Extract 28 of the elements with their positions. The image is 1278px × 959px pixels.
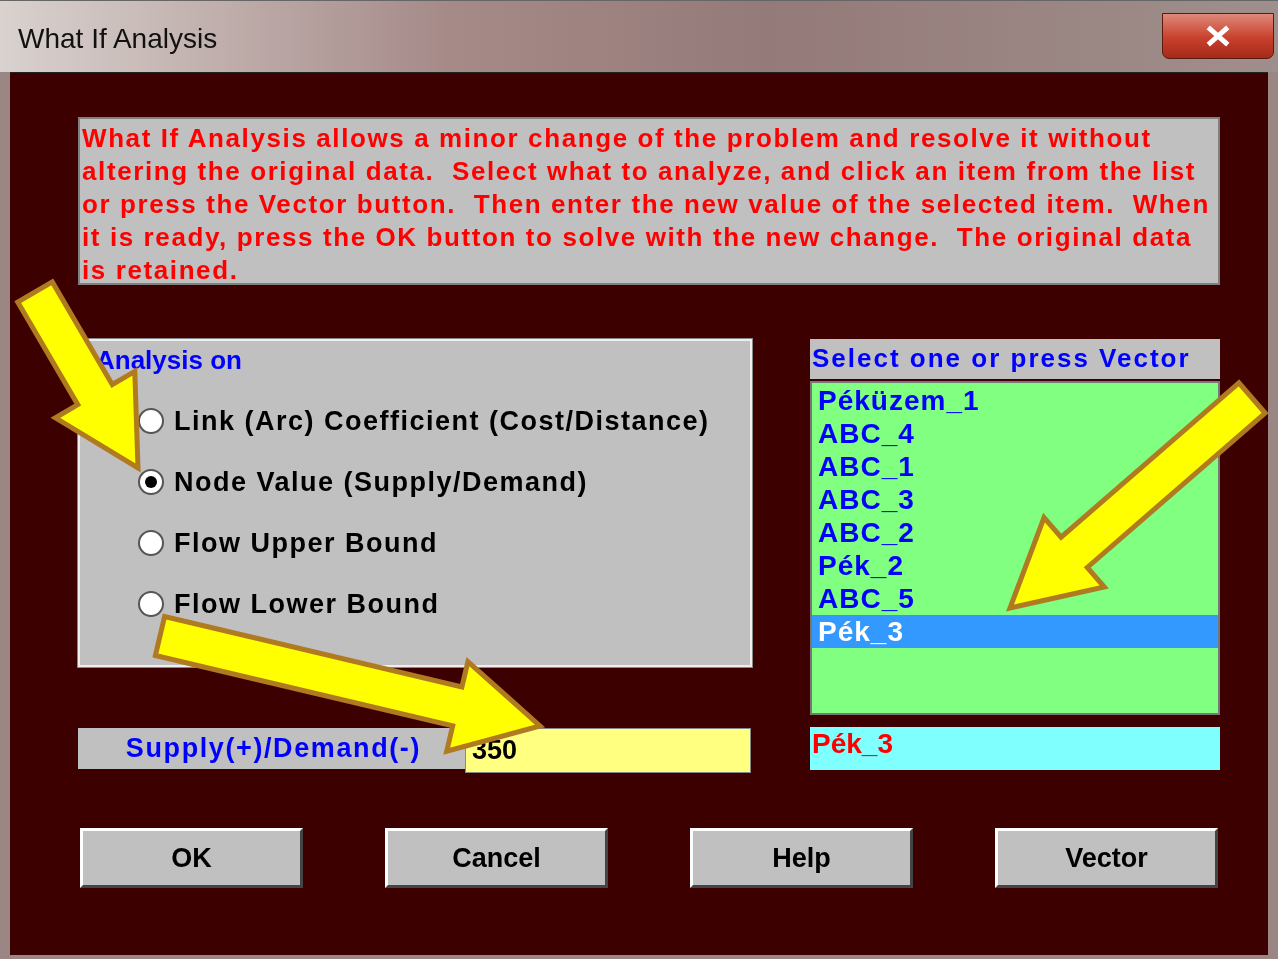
list-item[interactable]: Péküzem_1	[812, 384, 980, 417]
close-button[interactable]	[1162, 13, 1274, 59]
list-item[interactable]: ABC_3	[812, 483, 915, 516]
field-label: Supply(+)/Demand(-)	[78, 728, 465, 769]
arrow-icon	[1006, 379, 1269, 612]
radio-label[interactable]: Node Value (Supply/Demand)	[174, 466, 589, 498]
radio-label[interactable]: Flow Lower Bound	[174, 588, 440, 620]
item-list[interactable]: Péküzem_1 ABC_4 ABC_1 ABC_3 ABC_2 Pék_2 ABC_5 Pék_3	[810, 381, 1220, 715]
radio-label[interactable]: Link (Arc) Coefficient (Cost/Distance)	[174, 405, 710, 437]
radio-button[interactable]	[138, 591, 164, 617]
list-item[interactable]: ABC_2	[812, 516, 915, 549]
list-header: Select one or press Vector	[810, 339, 1220, 379]
list-item[interactable]: ABC_1	[812, 450, 915, 483]
radio-button[interactable]	[138, 530, 164, 556]
dialog-button[interactable]: OK	[80, 828, 303, 888]
selected-item-text: Pék_3	[810, 727, 1220, 770]
list-item[interactable]: Pék_2	[812, 549, 904, 582]
dialog-button[interactable]: Cancel	[385, 828, 608, 888]
radio-label[interactable]: Flow Upper Bound	[174, 527, 438, 559]
dialog-button[interactable]: Vector	[995, 828, 1218, 888]
window-title: What If Analysis	[18, 23, 218, 55]
radio-button[interactable]	[138, 469, 164, 495]
list-item[interactable]: ABC_4	[812, 417, 915, 450]
instructions-text: What If Analysis allows a minor change of the problem and resolve it without altering the original data. Select what to analyze, and click an item from the list or press the Vector button. Then enter the new value of the selected item. When it is ready, press the OK button to solve with the new change. The original data is retained.	[78, 117, 1220, 285]
list-item[interactable]: ABC_5	[812, 582, 915, 615]
close-icon	[1205, 25, 1231, 47]
dialog-button[interactable]: Help	[690, 828, 913, 888]
radio-button[interactable]	[138, 408, 164, 434]
